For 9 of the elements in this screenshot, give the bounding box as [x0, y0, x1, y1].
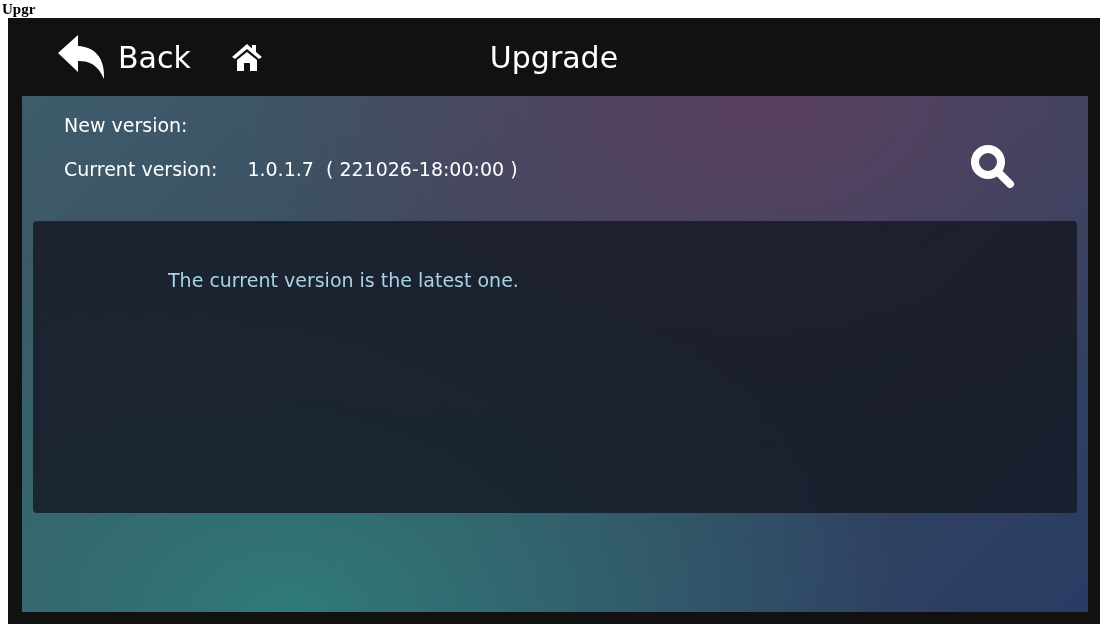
back-button[interactable]: Back [58, 35, 191, 79]
document-heading: Upgr [1, 0, 37, 18]
home-icon[interactable] [230, 42, 263, 72]
back-arrow-icon [58, 35, 106, 79]
current-version-value: 1.0.1.7 ( 221026-18:00:00 ) [247, 158, 518, 180]
page-title: Upgrade [489, 39, 619, 75]
current-version-label: Current version: [64, 158, 218, 180]
status-message: The current version is the latest one. [168, 269, 519, 291]
new-version-label: New version: [64, 114, 188, 136]
